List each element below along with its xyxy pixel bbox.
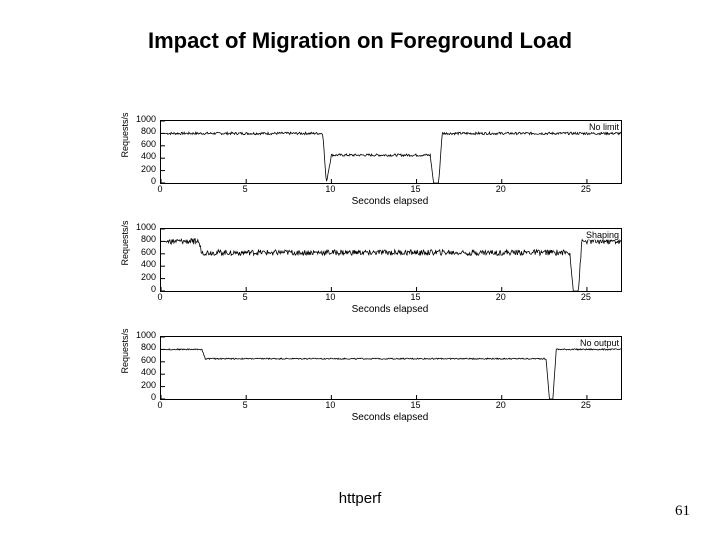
x-tick-label: 5 — [235, 400, 255, 410]
series-label-2: No output — [580, 338, 619, 348]
x-tick-label: 20 — [491, 184, 511, 194]
chart-panel-2: Requests/s No output Seconds elapsed 020… — [120, 336, 650, 426]
x-tick-label: 0 — [150, 184, 170, 194]
y-tick-label: 600 — [120, 356, 156, 365]
charts-container: Requests/s No limit Seconds elapsed 0200… — [120, 120, 650, 444]
x-tick-label: 15 — [406, 184, 426, 194]
x-tick-label: 10 — [320, 292, 340, 302]
y-tick-label: 800 — [120, 235, 156, 244]
x-tick-label: 20 — [491, 292, 511, 302]
y-tick-label: 1000 — [120, 115, 156, 124]
x-tick-label: 10 — [320, 184, 340, 194]
x-axis-label: Seconds elapsed — [160, 412, 620, 423]
page-title: Impact of Migration on Foreground Load — [0, 28, 720, 54]
chart-panel-1: Requests/s Shaping Seconds elapsed 02004… — [120, 228, 650, 318]
x-tick-label: 5 — [235, 184, 255, 194]
x-tick-label: 15 — [406, 292, 426, 302]
x-tick-label: 0 — [150, 292, 170, 302]
series-label-1: Shaping — [586, 230, 619, 240]
x-tick-label: 20 — [491, 400, 511, 410]
x-tick-label: 25 — [576, 400, 596, 410]
y-tick-label: 600 — [120, 248, 156, 257]
series-label-0: No limit — [589, 122, 619, 132]
x-tick-label: 10 — [320, 400, 340, 410]
y-tick-label: 800 — [120, 343, 156, 352]
y-tick-label: 600 — [120, 140, 156, 149]
x-tick-label: 25 — [576, 184, 596, 194]
x-tick-label: 5 — [235, 292, 255, 302]
y-tick-label: 1000 — [120, 223, 156, 232]
chart-panel-0: Requests/s No limit Seconds elapsed 0200… — [120, 120, 650, 210]
y-tick-label: 200 — [120, 381, 156, 390]
plot-area-1: Shaping — [160, 228, 622, 292]
y-tick-label: 400 — [120, 368, 156, 377]
x-tick-label: 25 — [576, 292, 596, 302]
x-axis-label: Seconds elapsed — [160, 304, 620, 315]
plot-area-2: No output — [160, 336, 622, 400]
y-tick-label: 1000 — [120, 331, 156, 340]
y-tick-label: 400 — [120, 260, 156, 269]
page-number: 61 — [675, 503, 690, 520]
y-tick-label: 200 — [120, 273, 156, 282]
caption: httperf — [0, 490, 720, 507]
y-tick-label: 200 — [120, 165, 156, 174]
y-tick-label: 400 — [120, 152, 156, 161]
x-tick-label: 0 — [150, 400, 170, 410]
plot-area-0: No limit — [160, 120, 622, 184]
slide: Impact of Migration on Foreground Load R… — [0, 0, 720, 540]
y-tick-label: 800 — [120, 127, 156, 136]
x-tick-label: 15 — [406, 400, 426, 410]
x-axis-label: Seconds elapsed — [160, 196, 620, 207]
